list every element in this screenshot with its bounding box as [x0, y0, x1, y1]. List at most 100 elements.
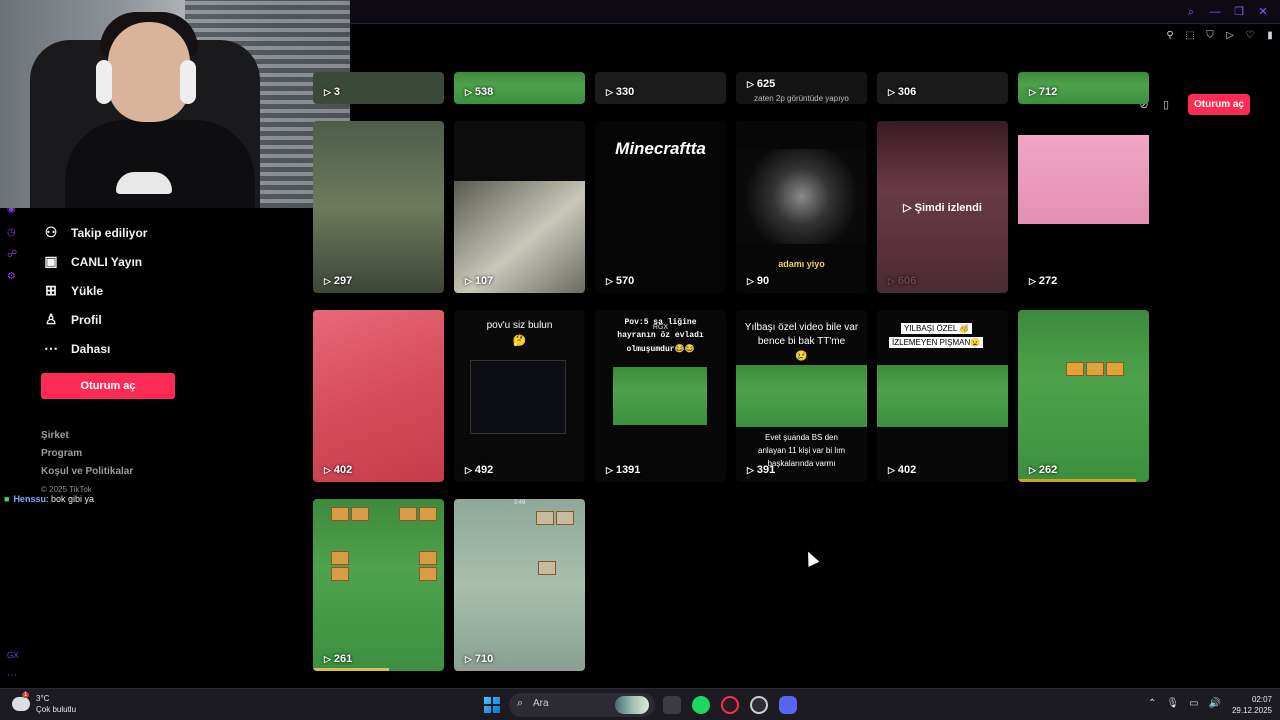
- play-icon: ▷: [1029, 87, 1036, 97]
- video-tile[interactable]: ▷ 3: [313, 72, 444, 104]
- view-count: ▷ 570: [606, 275, 635, 287]
- app-icon[interactable]: [750, 696, 768, 714]
- play-icon: ▷: [888, 465, 895, 475]
- pin-icon[interactable]: ⚲: [1164, 30, 1176, 41]
- gx-more-icon[interactable]: ⋯: [7, 670, 17, 681]
- heart-icon[interactable]: ♡: [1244, 30, 1256, 41]
- sidebar-item-label: CANLI Yayın: [71, 254, 143, 269]
- chevron-up-icon[interactable]: ⌃: [1148, 698, 1156, 709]
- video-tile[interactable]: ▷ 262: [1018, 310, 1149, 482]
- network-icon[interactable]: ▭: [1189, 698, 1198, 709]
- play-icon[interactable]: ▷: [1224, 30, 1236, 41]
- play-icon: ▷: [324, 654, 331, 664]
- video-tile[interactable]: adamı yiyo ▷ 90: [736, 121, 867, 293]
- chat-message: : bok gibi ya: [45, 494, 94, 504]
- following-icon: ⚇: [44, 224, 58, 240]
- video-tile[interactable]: ▷ Şimdi izlendi ▷ 606: [877, 121, 1008, 293]
- clock-date: 29.12.2025: [1231, 706, 1272, 715]
- video-tile[interactable]: Pov:5 sa liğine RGX hayranın öz evladı o…: [595, 310, 726, 482]
- spotify-icon[interactable]: [692, 696, 710, 714]
- sidebar-item-live[interactable]: ▣ CANLI Yayın: [40, 247, 300, 276]
- video-tile[interactable]: ▷ 625 zaten 2p görüntüde yapıyo: [736, 72, 867, 104]
- video-tile[interactable]: pov'u siz bulun 🤔 ▷ 492: [454, 310, 585, 482]
- video-tile[interactable]: ▷ 297: [313, 121, 444, 293]
- video-timer: 3:49: [513, 500, 526, 506]
- play-icon: ▷: [465, 87, 472, 97]
- top-divider: [340, 23, 1280, 24]
- view-count: ▷ 3: [324, 86, 341, 98]
- footer-link-terms[interactable]: Koşul ve Politikalar: [41, 463, 133, 481]
- gx-logo: GX: [7, 651, 19, 660]
- gx-sidebar: ◉ ◷ ☍ ⚙ GX ⋯: [0, 200, 28, 681]
- restore-icon[interactable]: ❐: [1232, 5, 1246, 19]
- discord-icon[interactable]: [779, 696, 797, 714]
- video-tile[interactable]: ▷ 402: [313, 310, 444, 482]
- sad-emoji: 😢: [795, 351, 808, 362]
- header-login-button[interactable]: Oturum aç: [1188, 94, 1250, 115]
- play-icon: ▷: [747, 465, 754, 475]
- task-view-icon[interactable]: [663, 696, 681, 714]
- play-icon: ▷: [1029, 465, 1036, 475]
- search-icon[interactable]: ⌕: [1184, 5, 1198, 19]
- view-count: ▷ 107: [465, 275, 494, 287]
- view-count: ▷ 625: [747, 78, 776, 90]
- play-icon: ▷: [606, 276, 613, 286]
- sidebar-item-following[interactable]: ⚇ Takip ediliyor: [40, 218, 300, 247]
- volume-icon[interactable]: 🔊: [1209, 698, 1221, 709]
- sidebar-item-upload[interactable]: ⊞ Yükle: [40, 276, 300, 305]
- view-count: ▷ 306: [888, 86, 917, 98]
- play-icon: ▷: [747, 79, 754, 89]
- sidebar-item-profile[interactable]: ♙ Profil: [40, 305, 300, 334]
- thinking-emoji: 🤔: [512, 335, 527, 347]
- microphone-icon[interactable]: 🎙: [1166, 698, 1179, 709]
- windows-start-icon[interactable]: [484, 697, 500, 713]
- sidebar-item-more[interactable]: ⋯ Dahası: [40, 334, 300, 363]
- upload-icon: ⊞: [45, 282, 57, 298]
- play-icon: ▷: [747, 276, 754, 286]
- video-caption: adamı yiyo: [778, 259, 825, 269]
- footer-link-company[interactable]: Şirket: [41, 427, 133, 445]
- browser-extensions-toolbar: ⚲ ⬚ ⛉ ▷ ♡ ▮: [1164, 30, 1276, 41]
- view-count: ▷ 606: [888, 275, 917, 287]
- sidebar-toggle-icon[interactable]: ▮: [1264, 30, 1276, 41]
- video-tile[interactable]: ▷ 330: [595, 72, 726, 104]
- header-controls: ⊘ ▯ Oturum aç: [1136, 94, 1250, 115]
- video-tile[interactable]: Minecraftta ▷ 570: [595, 121, 726, 293]
- taskbar-clock[interactable]: 02:07 29.12.2025: [1222, 694, 1272, 716]
- webcam-overlay: [0, 0, 350, 208]
- sidebar-login-button[interactable]: Oturum aç: [41, 373, 175, 399]
- video-tile[interactable]: Yılbaşı özel video bile var bence bi bak…: [736, 310, 867, 482]
- sidebar-footer: Şirket Program Koşul ve Politikalar © 20…: [41, 427, 133, 499]
- video-tile[interactable]: ▷ 712: [1018, 72, 1149, 104]
- video-tag: RGX: [652, 324, 669, 331]
- video-tile[interactable]: 3:49 ▷ 710: [454, 499, 585, 671]
- video-tile[interactable]: ▷ 261: [313, 499, 444, 671]
- view-count: ▷ 272: [1029, 275, 1058, 287]
- gx-settings-icon[interactable]: ⚙: [7, 271, 16, 282]
- taskbar-search[interactable]: ⌕ Ara: [509, 693, 655, 717]
- screenshot-icon[interactable]: ⬚: [1184, 30, 1196, 41]
- gx-messenger-icon[interactable]: ☍: [7, 249, 17, 260]
- minimize-icon[interactable]: —: [1208, 5, 1222, 19]
- close-icon[interactable]: ✕: [1256, 5, 1270, 19]
- play-icon: ▷: [465, 654, 472, 664]
- gx-history-icon[interactable]: ◷: [7, 227, 16, 238]
- view-count: ▷ 1391: [606, 464, 641, 476]
- view-count: ▷ 538: [465, 86, 494, 98]
- footer-link-program[interactable]: Program: [41, 445, 133, 463]
- system-tray: ⌃ 🎙 ▭ 🔊: [1148, 698, 1221, 709]
- video-tile[interactable]: ▷ 107: [454, 121, 585, 293]
- video-progress-bar: [1018, 479, 1136, 482]
- opera-gx-icon[interactable]: [721, 696, 739, 714]
- clock-time: 02:07: [1251, 695, 1272, 704]
- video-tile[interactable]: ▷ 306: [877, 72, 1008, 104]
- video-tile[interactable]: ▷ 538: [454, 72, 585, 104]
- video-progress-bar: [454, 668, 575, 671]
- shield-icon[interactable]: ⛉: [1204, 30, 1216, 41]
- live-icon: ▣: [44, 253, 58, 269]
- play-icon: ▷: [465, 276, 472, 286]
- video-tile[interactable]: ▷ 272: [1018, 121, 1149, 293]
- mobile-icon[interactable]: ▯: [1158, 97, 1174, 113]
- more-icon: ⋯: [44, 340, 58, 356]
- video-tile[interactable]: YILBAŞI ÖZEL 🥳 İZLEMEYEN PİŞMAN😦 ▷ 402: [877, 310, 1008, 482]
